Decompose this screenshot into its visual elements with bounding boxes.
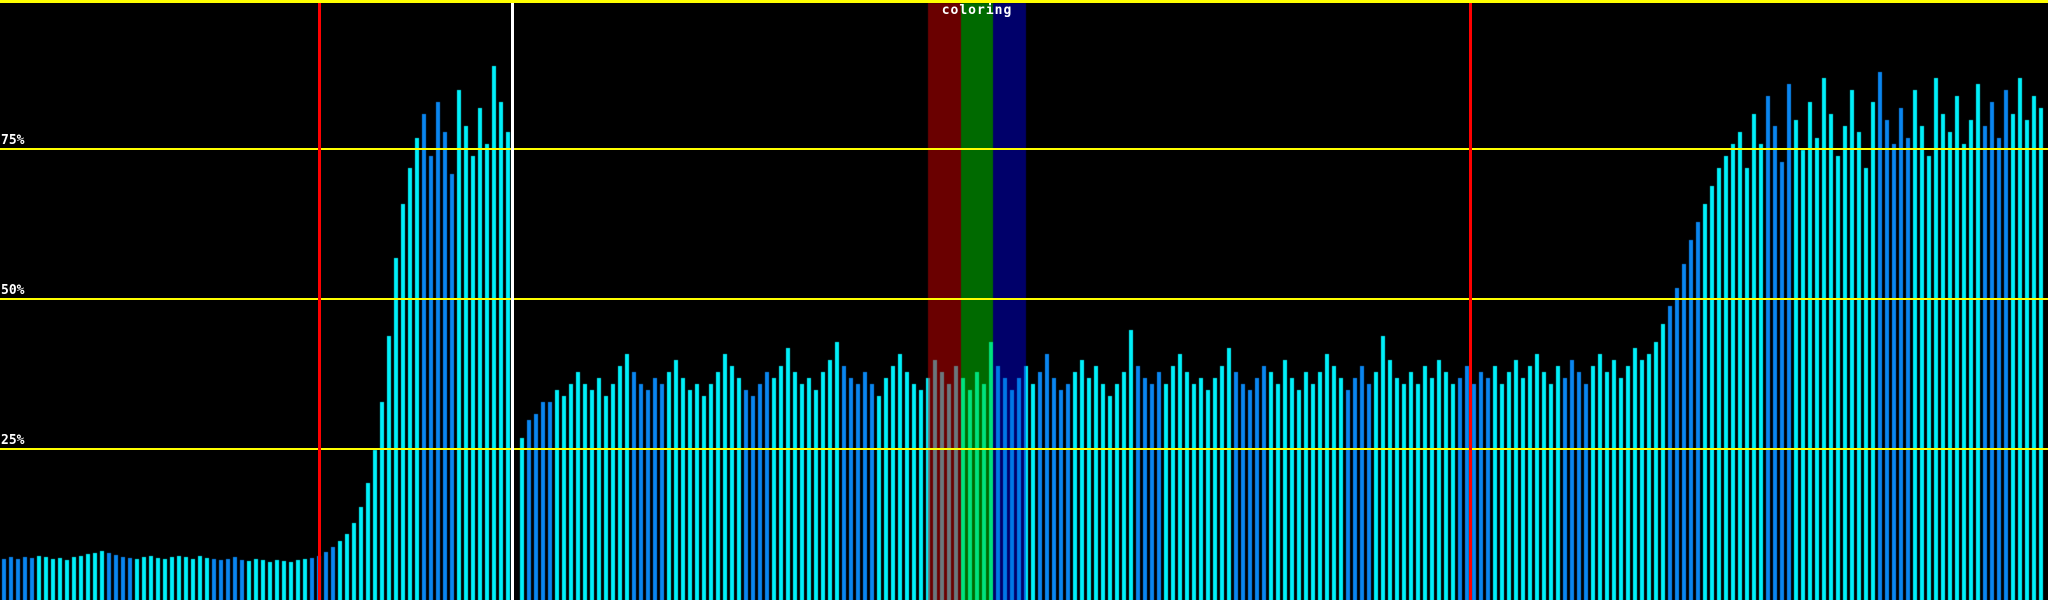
gridline-75 bbox=[0, 148, 2048, 150]
y-tick-label-75: 75% bbox=[1, 134, 24, 148]
y-tick-label-25: 25% bbox=[1, 434, 24, 448]
top-border-line bbox=[0, 0, 2048, 3]
coloring-band-label: coloring bbox=[928, 4, 1026, 18]
performance-bar-graph: 75% 50% 25% coloring bbox=[0, 0, 2048, 600]
gridline-50 bbox=[0, 298, 2048, 300]
gridline-25 bbox=[0, 448, 2048, 450]
y-tick-label-50: 50% bbox=[1, 284, 24, 298]
bars-canvas bbox=[0, 0, 2048, 600]
red-marker-line-1 bbox=[318, 3, 321, 600]
white-marker-line bbox=[511, 3, 514, 600]
red-marker-line-2 bbox=[1469, 3, 1472, 600]
